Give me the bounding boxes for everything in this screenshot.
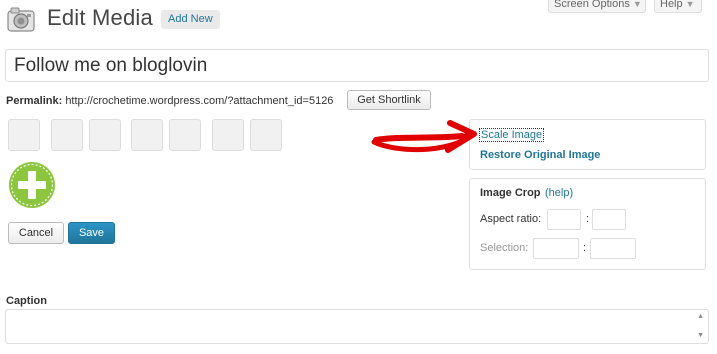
selection-separator: :: [583, 242, 587, 254]
rotate-right-tool-button[interactable]: [89, 119, 121, 151]
page-title: Edit Media: [47, 5, 153, 30]
flip-vertical-tool-button[interactable]: [131, 119, 163, 151]
image-crop-title: Image Crop: [480, 187, 541, 199]
selection-width-input[interactable]: [533, 238, 579, 259]
plus-image-icon: [9, 162, 55, 208]
media-camera-icon: [7, 7, 35, 32]
cancel-button[interactable]: Cancel: [8, 222, 64, 244]
scale-image-panel: [469, 119, 706, 170]
permalink-label: Permalink:: [6, 95, 63, 107]
screen-options-label: Screen Options: [554, 0, 630, 10]
add-new-button[interactable]: Add New: [161, 10, 220, 29]
caption-label: Caption: [6, 295, 47, 307]
redo-tool-button[interactable]: [250, 119, 282, 151]
aspect-ratio-separator: :: [586, 213, 590, 225]
chevron-down-icon: ▼: [632, 0, 642, 9]
scroll-down-icon[interactable]: ▼: [697, 332, 704, 340]
flip-horizontal-tool-button[interactable]: [169, 119, 201, 151]
caption-textarea[interactable]: ▲ ▼: [5, 309, 709, 344]
help-tab[interactable]: Help ▼: [654, 0, 702, 13]
help-label: Help: [660, 0, 683, 10]
permalink-row: Permalink: http://crochetime.wordpress.c…: [6, 94, 333, 108]
selection-label: Selection:: [480, 242, 529, 254]
crop-tool-button[interactable]: [8, 119, 40, 151]
undo-tool-button[interactable]: [212, 119, 244, 151]
aspect-ratio-height-input[interactable]: [592, 209, 626, 230]
aspect-ratio-label: Aspect ratio:: [480, 213, 542, 225]
screen-options-tab[interactable]: Screen Options ▼: [548, 0, 646, 13]
image-crop-help-link[interactable]: (help): [545, 187, 573, 200]
rotate-left-tool-button[interactable]: [51, 119, 83, 151]
permalink-url[interactable]: http://crochetime.wordpress.com/?attachm…: [65, 95, 333, 107]
aspect-ratio-width-input[interactable]: [547, 209, 581, 230]
get-shortlink-button[interactable]: Get Shortlink: [347, 90, 431, 110]
save-button[interactable]: Save: [68, 222, 115, 244]
title-input[interactable]: Follow me on bloglovin: [5, 49, 709, 82]
chevron-down-icon: ▼: [685, 0, 695, 9]
red-arrow-annotation-icon: [371, 120, 477, 153]
scroll-up-icon[interactable]: ▲: [697, 313, 704, 321]
scale-image-link[interactable]: Scale Image: [479, 128, 545, 142]
selection-height-input[interactable]: [590, 238, 636, 259]
restore-original-image-link[interactable]: Restore Original Image: [480, 149, 600, 162]
